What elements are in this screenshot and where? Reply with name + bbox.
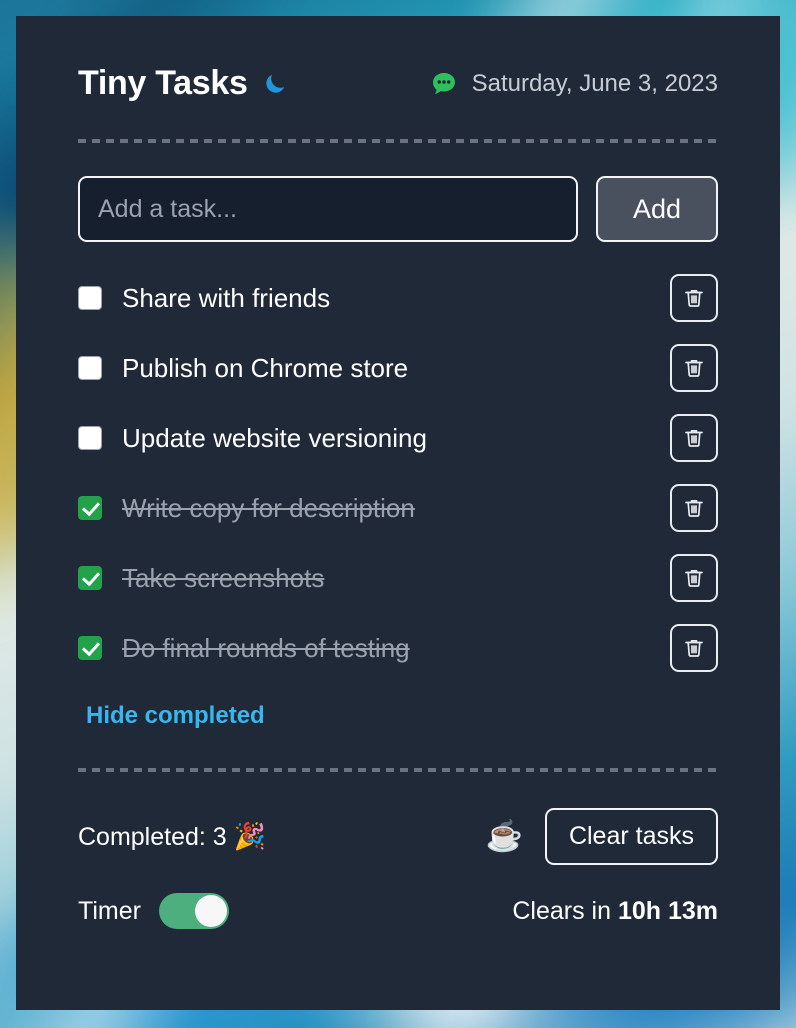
- trash-icon: [682, 356, 706, 380]
- divider-top: [78, 139, 718, 143]
- page-title: Tiny Tasks: [78, 64, 248, 102]
- add-task-button[interactable]: Add: [596, 176, 718, 242]
- task-checkbox[interactable]: [78, 566, 102, 590]
- current-date: Saturday, June 3, 2023: [471, 69, 718, 97]
- delete-task-button[interactable]: [670, 414, 718, 462]
- hide-completed-link[interactable]: Hide completed: [86, 702, 265, 730]
- trash-icon: [682, 426, 706, 450]
- timer-label: Timer: [78, 896, 141, 925]
- footer-summary-row: Completed: 3 🎉 ☕ Clear tasks: [78, 808, 718, 865]
- divider-bottom: [78, 768, 718, 772]
- timer-toggle-knob: [194, 895, 227, 927]
- completed-count: Completed: 3 🎉: [78, 821, 266, 852]
- delete-task-button[interactable]: [670, 624, 718, 672]
- clears-in-prefix: Clears in: [512, 896, 618, 925]
- timer-row: Timer Clears in 10h 13m: [78, 893, 718, 929]
- task-checkbox[interactable]: [78, 426, 102, 450]
- delete-task-button[interactable]: [670, 344, 718, 392]
- task-label: Take screenshots: [122, 562, 325, 593]
- new-task-input[interactable]: [78, 176, 578, 242]
- task-row: Do final rounds of testing: [78, 620, 718, 676]
- task-row: Share with friends: [78, 270, 718, 326]
- task-checkbox[interactable]: [78, 356, 102, 380]
- task-label: Update website versioning: [122, 422, 427, 453]
- delete-task-button[interactable]: [670, 484, 718, 532]
- add-task-row: Add: [78, 176, 718, 242]
- task-checkbox[interactable]: [78, 636, 102, 660]
- trash-icon: [682, 566, 706, 590]
- coffee-cup-icon: ☕: [485, 820, 523, 853]
- trash-icon: [682, 496, 706, 520]
- task-checkbox[interactable]: [78, 286, 102, 310]
- timer-toggle[interactable]: [158, 893, 229, 929]
- task-label: Do final rounds of testing: [122, 632, 410, 663]
- task-label: Share with friends: [122, 282, 331, 313]
- clears-in-value: 10h 13m: [617, 896, 718, 925]
- header-date-group: Saturday, June 3, 2023: [430, 70, 718, 98]
- trash-icon: [682, 286, 706, 310]
- trash-icon: [682, 636, 706, 660]
- task-row: Take screenshots: [78, 550, 718, 606]
- party-popper-icon: 🎉: [233, 821, 267, 851]
- delete-task-button[interactable]: [670, 274, 718, 322]
- task-label: Publish on Chrome store: [122, 352, 409, 383]
- task-row: Write copy for description: [78, 480, 718, 536]
- delete-task-button[interactable]: [670, 554, 718, 602]
- task-list: Share with friends Publish on Chrome stor…: [78, 270, 718, 676]
- task-label: Write copy for description: [122, 492, 415, 523]
- task-row: Publish on Chrome store: [78, 340, 718, 396]
- task-checkbox[interactable]: [78, 496, 102, 520]
- speech-bubble-icon[interactable]: [430, 70, 458, 98]
- task-row: Update website versioning: [78, 410, 718, 466]
- completed-count-label: Completed: 3: [78, 823, 227, 851]
- app-header: Tiny Tasks Saturday, June 3, 2023: [78, 16, 718, 103]
- clear-tasks-button[interactable]: Clear tasks: [544, 808, 718, 865]
- footer-actions: ☕ Clear tasks: [486, 808, 718, 865]
- tiny-tasks-panel: Tiny Tasks Saturday, June 3, 2023 Add Sh…: [16, 16, 780, 1010]
- clears-in-text: Clears in 10h 13m: [512, 897, 718, 926]
- crescent-moon-icon[interactable]: [262, 71, 288, 97]
